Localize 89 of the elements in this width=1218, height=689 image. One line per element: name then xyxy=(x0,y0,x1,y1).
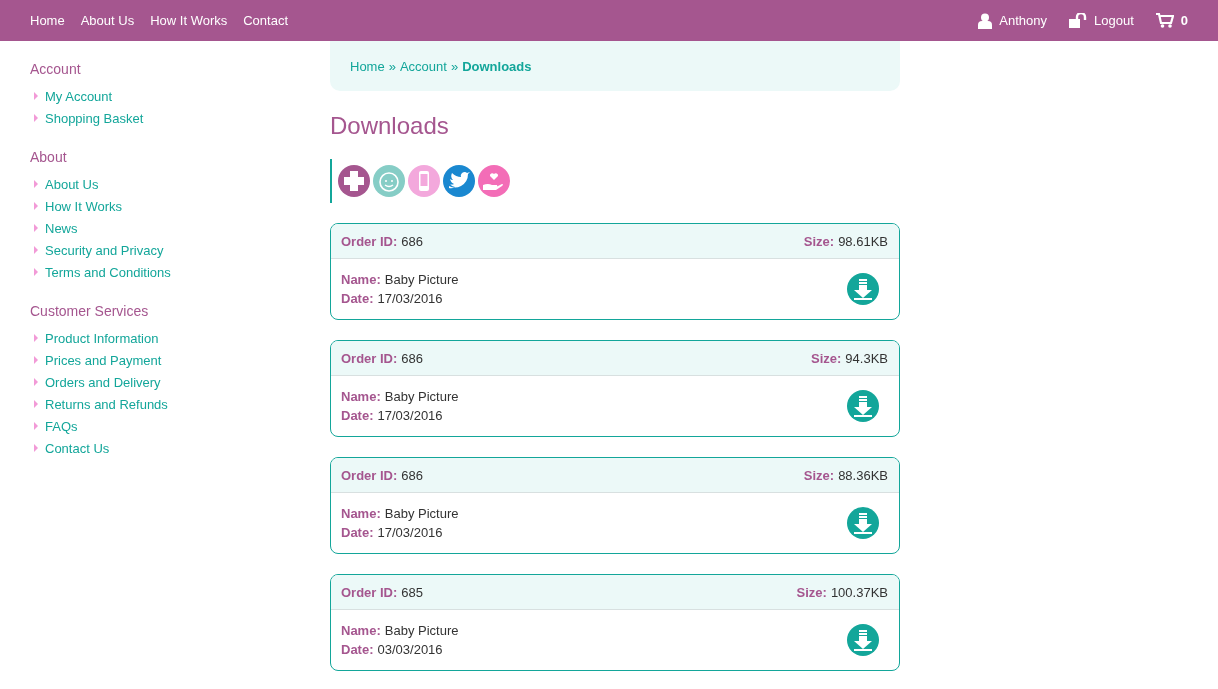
order-id-label: Order ID: xyxy=(341,233,398,249)
triangle-icon xyxy=(34,114,38,122)
sidebar-link[interactable]: About Us xyxy=(45,176,99,192)
download-button[interactable] xyxy=(847,624,879,656)
size-label: Size: xyxy=(803,467,835,483)
date-value: 03/03/2016 xyxy=(377,642,443,657)
download-button[interactable] xyxy=(847,390,879,422)
triangle-icon xyxy=(34,224,38,232)
size-value: 88.36KB xyxy=(838,467,888,483)
triangle-icon xyxy=(34,180,38,188)
size-value: 100.37KB xyxy=(830,584,888,600)
sidebar-link[interactable]: Product Information xyxy=(45,330,159,346)
sidebar-link[interactable]: How It Works xyxy=(45,198,123,214)
nav-link[interactable]: Home xyxy=(30,13,65,28)
triangle-icon xyxy=(34,356,38,364)
breadcrumb-current: Downloads xyxy=(462,58,532,74)
triangle-icon xyxy=(34,378,38,386)
download-button[interactable] xyxy=(847,273,879,305)
name-label: Name: xyxy=(341,623,381,638)
logout-link[interactable]: Logout xyxy=(1094,13,1134,28)
order-id-value: 686 xyxy=(401,467,424,483)
date-label: Date: xyxy=(341,408,374,423)
breadcrumb-link[interactable]: Account xyxy=(399,58,447,74)
nav-link[interactable]: How It Works xyxy=(150,13,228,28)
order-id-label: Order ID: xyxy=(341,467,398,483)
sidebar-link[interactable]: FAQs xyxy=(45,418,78,434)
sidebar-link[interactable]: Security and Privacy xyxy=(45,242,164,258)
breadcrumb-link[interactable]: Home xyxy=(350,58,385,74)
download-icon xyxy=(847,390,879,422)
size-value: 98.61KB xyxy=(838,233,888,249)
sidebar-link[interactable]: News xyxy=(45,220,78,236)
name-label: Name: xyxy=(341,272,381,287)
download-icon xyxy=(847,273,879,305)
triangle-icon xyxy=(34,246,38,254)
sidebar-heading: Customer Services xyxy=(30,303,150,319)
date-value: 17/03/2016 xyxy=(377,408,443,423)
sidebar-link[interactable]: Prices and Payment xyxy=(45,352,162,368)
sidebar-link[interactable]: My Account xyxy=(45,88,113,104)
name-value: Baby Picture xyxy=(384,506,459,521)
order-id-label: Order ID: xyxy=(341,350,398,366)
nav-link[interactable]: Contact xyxy=(243,13,289,28)
size-label: Size: xyxy=(811,350,842,366)
triangle-icon xyxy=(34,400,38,408)
padlock-icon xyxy=(1069,13,1087,28)
date-value: 17/03/2016 xyxy=(377,525,443,540)
bird-icon[interactable] xyxy=(443,165,475,197)
name-value: Baby Picture xyxy=(384,389,459,404)
order-id-value: 685 xyxy=(401,584,424,600)
date-label: Date: xyxy=(341,642,374,657)
name-label: Name: xyxy=(341,506,381,521)
download-icon xyxy=(847,624,879,656)
triangle-icon xyxy=(34,444,38,452)
triangle-icon xyxy=(34,92,38,100)
order-id-value: 686 xyxy=(401,233,424,249)
order-id-value: 686 xyxy=(401,350,424,366)
triangle-icon xyxy=(34,422,38,430)
breadcrumb-separator: » xyxy=(388,58,396,74)
sidebar-link[interactable]: Shopping Basket xyxy=(45,110,144,126)
triangle-icon xyxy=(34,202,38,210)
heart-hand-icon[interactable] xyxy=(478,165,510,197)
user-icon xyxy=(978,12,993,29)
sidebar-link[interactable]: Contact Us xyxy=(45,440,110,456)
download-button[interactable] xyxy=(847,507,879,539)
user-link[interactable]: Anthony xyxy=(999,13,1047,28)
sidebar-link[interactable]: Returns and Refunds xyxy=(45,396,168,412)
sidebar-link[interactable]: Orders and Delivery xyxy=(45,374,161,390)
size-label: Size: xyxy=(803,233,835,249)
sidebar-heading: Account xyxy=(30,61,82,77)
date-value: 17/03/2016 xyxy=(377,291,443,306)
order-id-label: Order ID: xyxy=(341,584,398,600)
triangle-icon xyxy=(34,334,38,342)
page-title: Downloads xyxy=(330,112,450,140)
breadcrumb-separator: » xyxy=(450,58,459,74)
cart-count[interactable]: 0 xyxy=(1180,13,1188,28)
sidebar-heading: About xyxy=(30,149,68,165)
phone-icon[interactable] xyxy=(408,165,440,197)
date-label: Date: xyxy=(341,525,374,540)
name-value: Baby Picture xyxy=(384,623,459,638)
name-value: Baby Picture xyxy=(384,272,459,287)
nav-link[interactable]: About Us xyxy=(80,13,135,28)
cart-icon xyxy=(1155,13,1174,28)
triangle-icon xyxy=(34,268,38,276)
size-label: Size: xyxy=(796,584,827,600)
date-label: Date: xyxy=(341,291,374,306)
name-label: Name: xyxy=(341,389,381,404)
download-icon xyxy=(847,507,879,539)
sidebar-link[interactable]: Terms and Conditions xyxy=(45,264,171,280)
size-value: 94.3KB xyxy=(845,350,888,366)
cross-icon[interactable] xyxy=(338,165,370,197)
